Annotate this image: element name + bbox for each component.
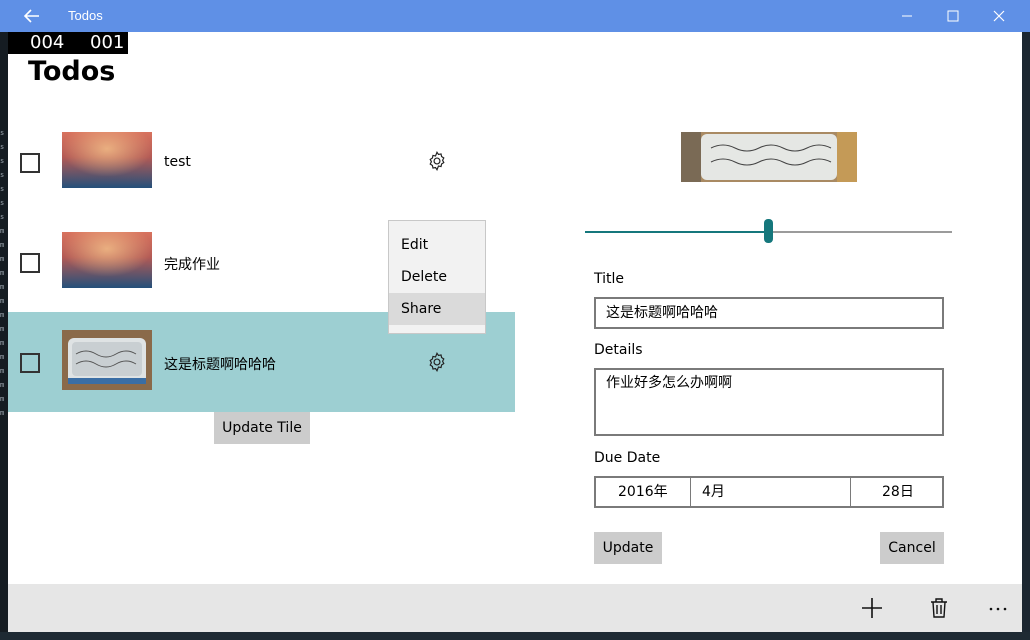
update-tile-button[interactable]: Update Tile — [214, 412, 310, 444]
image-size-slider[interactable] — [764, 219, 773, 243]
todo-thumbnail — [62, 132, 152, 188]
date-divider — [690, 478, 691, 506]
add-icon — [862, 598, 882, 618]
context-menu: Edit Delete Share — [388, 220, 486, 334]
settings-gear-icon[interactable] — [426, 351, 448, 373]
minimize-button[interactable] — [884, 0, 930, 32]
preview-image[interactable] — [681, 132, 857, 182]
todo-title: test — [164, 154, 191, 170]
frame-counter: 004 001 — [8, 32, 128, 54]
window-title: Todos — [68, 8, 103, 23]
menu-item-delete[interactable]: Delete — [389, 261, 485, 293]
menu-item-edit[interactable]: Edit — [389, 229, 485, 261]
todo-thumbnail — [62, 330, 152, 390]
back-arrow-icon — [23, 9, 39, 23]
todo-checkbox[interactable] — [20, 253, 40, 273]
page-title: Todos — [28, 56, 116, 87]
todo-thumbnail — [62, 232, 152, 288]
page-content: 004 001 Todos test 完成作业 这是标题啊哈哈哈 Update … — [8, 32, 1022, 584]
delete-button[interactable] — [927, 596, 951, 620]
slider-track-empty — [768, 231, 952, 233]
due-year[interactable]: 2016年 — [618, 478, 668, 506]
menu-item-share[interactable]: Share — [389, 293, 485, 325]
title-input[interactable]: 这是标题啊哈哈哈 — [594, 297, 944, 329]
todo-title: 这是标题啊哈哈哈 — [164, 357, 276, 373]
title-label: Title — [594, 271, 625, 287]
close-icon — [993, 10, 1005, 22]
date-divider — [850, 478, 851, 506]
minimize-icon — [902, 15, 912, 17]
app-window: Todos 004 001 Todos test 完成作业 这是标题啊哈哈哈 U… — [0, 0, 1030, 640]
more-button[interactable] — [986, 596, 1010, 620]
due-date-label: Due Date — [594, 450, 661, 466]
settings-gear-icon[interactable] — [426, 150, 448, 172]
maximize-button[interactable] — [930, 0, 976, 32]
maximize-icon — [947, 10, 959, 22]
todo-title: 完成作业 — [164, 257, 220, 273]
details-label: Details — [594, 342, 643, 358]
slider-track-filled — [585, 231, 768, 233]
more-icon — [989, 607, 1007, 611]
due-date-picker[interactable]: 2016年 4月 28日 — [594, 476, 944, 508]
todo-checkbox[interactable] — [20, 153, 40, 173]
counter-left: 004 — [30, 32, 65, 53]
counter-right: 001 — [90, 32, 125, 53]
todo-checkbox[interactable] — [20, 353, 40, 373]
title-bar: Todos — [0, 0, 1030, 32]
command-bar — [8, 584, 1022, 632]
due-day[interactable]: 28日 — [882, 478, 914, 506]
close-button[interactable] — [976, 0, 1022, 32]
delete-icon — [931, 598, 947, 618]
update-button[interactable]: Update — [594, 532, 662, 564]
back-button[interactable] — [22, 6, 44, 26]
cancel-button[interactable]: Cancel — [880, 532, 944, 564]
desktop-strip — [0, 632, 1030, 640]
add-button[interactable] — [860, 596, 884, 620]
due-month[interactable]: 4月 — [702, 478, 725, 506]
todo-item[interactable]: test — [8, 112, 515, 212]
details-input[interactable]: 作业好多怎么办啊啊 — [594, 368, 944, 436]
